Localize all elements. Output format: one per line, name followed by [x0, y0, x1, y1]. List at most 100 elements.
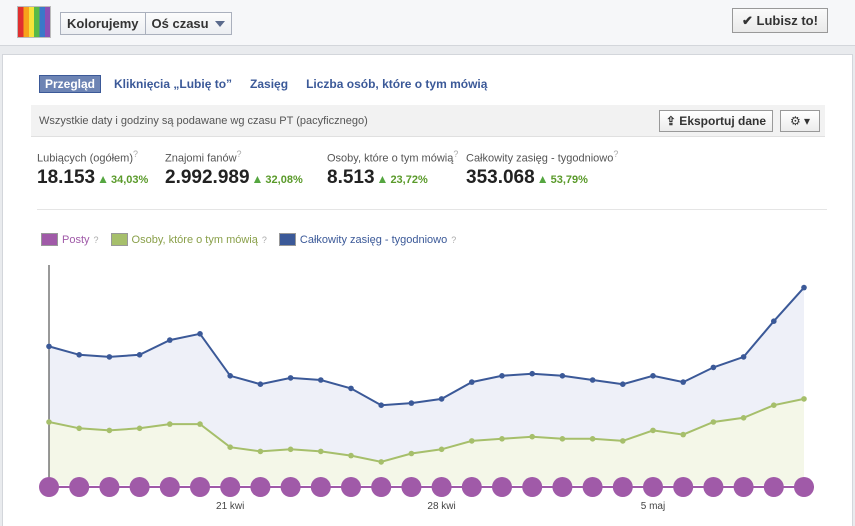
data-point — [257, 381, 264, 387]
data-point — [46, 343, 52, 350]
data-point — [378, 459, 385, 465]
data-point — [620, 438, 626, 444]
posts-marker — [733, 477, 754, 497]
posts-marker — [69, 477, 90, 497]
posts-marker — [461, 477, 482, 497]
export-data-button[interactable]: ⇪ Eksportuj dane — [658, 110, 773, 132]
data-point — [559, 373, 566, 379]
tab-likes[interactable]: Kliknięcia „Lubię to” — [109, 75, 237, 93]
legend-item-weekly-reach[interactable]: Całkowity zasięg - tygodniowo? — [278, 233, 456, 246]
stat-label: Osoby, które o tym mówią — [327, 152, 454, 165]
posts-marker — [522, 477, 543, 497]
data-point — [197, 331, 203, 337]
posts-marker — [431, 477, 452, 497]
stat-label: Znajomi fanów — [165, 152, 237, 165]
legend-swatch — [110, 233, 128, 246]
stat-value: 18.153 — [37, 166, 96, 188]
view-selector[interactable]: Oś czasu — [144, 13, 231, 34]
data-point — [408, 400, 415, 406]
help-icon[interactable]: ? — [613, 149, 618, 159]
data-point — [46, 419, 52, 425]
stat-change: 23,72% — [375, 174, 428, 186]
legend-item-talking-about[interactable]: Osoby, które o tym mówią? — [110, 233, 267, 246]
help-icon[interactable]: ? — [451, 235, 456, 245]
data-point — [499, 373, 505, 379]
stat-value: 353.068 — [466, 166, 535, 188]
data-point — [287, 375, 294, 381]
stat-change: 34,03% — [95, 174, 148, 186]
posts-marker — [99, 477, 120, 497]
data-point — [136, 352, 143, 358]
stat-change: 32,08% — [250, 174, 303, 186]
tab-talking-about[interactable]: Liczba osób, które o tym mówią — [301, 75, 492, 93]
data-point — [559, 436, 566, 442]
legend-item-posts[interactable]: Posty? — [41, 233, 99, 246]
help-icon[interactable]: ? — [237, 149, 242, 159]
help-icon[interactable]: ? — [453, 149, 458, 159]
data-point — [227, 444, 233, 450]
data-point — [227, 373, 233, 379]
stat-label: Lubiących (ogółem) — [37, 152, 133, 165]
data-point — [197, 421, 203, 427]
stats-row: Lubiących (ogółem)? 18.15334,03% Znajomi… — [37, 149, 827, 210]
data-point — [438, 396, 445, 402]
data-point — [801, 396, 807, 402]
posts-marker — [159, 477, 180, 497]
data-point — [348, 385, 354, 392]
data-point — [408, 450, 415, 457]
stat-total-likes: Lubiących (ogółem)? 18.15334,03% — [37, 149, 148, 189]
data-point — [680, 379, 686, 385]
page-logo[interactable] — [17, 6, 51, 38]
x-tick-label: 21 kwi — [216, 501, 244, 512]
data-point — [589, 436, 596, 442]
timezone-bar: Wszystkie daty i godziny są podawane wg … — [31, 105, 825, 137]
data-point — [76, 425, 82, 432]
data-point — [589, 377, 596, 383]
insights-chart: 21 kwi 28 kwi 5 maj — [39, 265, 814, 512]
data-point — [650, 373, 656, 379]
posts-marker — [673, 477, 694, 497]
posts-marker — [794, 477, 814, 497]
page-switcher[interactable]: Kolorujemy Oś czasu — [60, 12, 232, 35]
data-point — [801, 284, 807, 291]
data-point — [167, 337, 173, 343]
insights-panel: Przegląd Kliknięcia „Lubię to” Zasięg Li… — [2, 54, 853, 526]
view-label: Oś czasu — [151, 16, 209, 31]
posts-marker — [129, 477, 150, 497]
data-point — [680, 431, 686, 438]
data-point — [469, 438, 475, 444]
stat-talking-about: Osoby, które o tym mówią? 8.51323,72% — [327, 149, 458, 189]
chevron-down-icon — [214, 20, 225, 27]
data-point — [740, 354, 747, 360]
posts-marker — [763, 477, 784, 497]
stat-friends-of-fans: Znajomi fanów? 2.992.98932,08% — [165, 149, 303, 189]
tab-bar: Przegląd Kliknięcia „Lubię to” Zasięg Li… — [39, 75, 500, 93]
tab-overview[interactable]: Przegląd — [39, 75, 102, 93]
posts-marker — [341, 477, 361, 497]
x-tick-label: 28 kwi — [427, 501, 455, 512]
data-point — [771, 402, 777, 408]
data-point — [740, 415, 747, 421]
like-button[interactable]: ✔ Lubisz to! — [732, 8, 828, 33]
stat-change: 53,79% — [535, 174, 588, 186]
data-point — [529, 370, 535, 377]
help-icon[interactable]: ? — [262, 235, 267, 245]
data-point — [499, 436, 505, 442]
tab-reach[interactable]: Zasięg — [245, 75, 293, 93]
posts-marker — [310, 477, 331, 497]
legend-label: Posty — [62, 233, 90, 246]
legend-swatch — [278, 233, 296, 246]
x-tick-label: 5 maj — [641, 501, 665, 512]
stat-value: 8.513 — [327, 166, 375, 188]
help-icon[interactable]: ? — [133, 149, 138, 159]
settings-dropdown-button[interactable]: ⚙ ▾ — [780, 110, 820, 132]
posts-marker — [703, 477, 724, 497]
data-point — [620, 381, 626, 387]
data-point — [287, 446, 294, 453]
legend-label: Osoby, które o tym mówią — [131, 233, 258, 246]
help-icon[interactable]: ? — [94, 235, 99, 245]
data-point — [318, 448, 324, 455]
data-point — [106, 427, 113, 434]
posts-marker — [492, 477, 512, 497]
data-point — [76, 352, 82, 358]
